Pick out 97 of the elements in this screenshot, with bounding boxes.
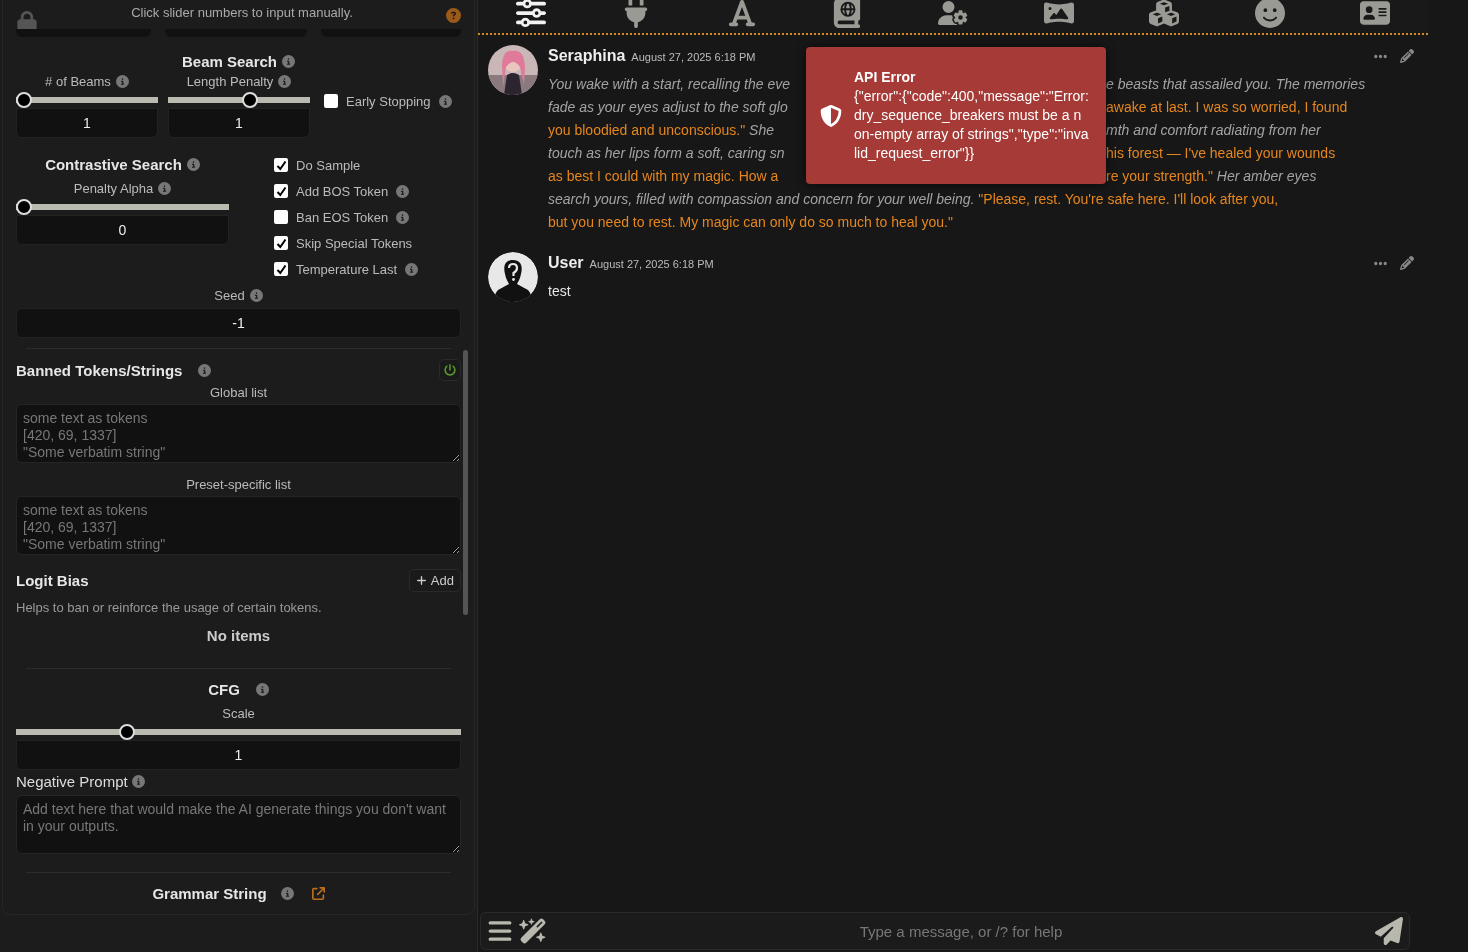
- checkbox-label: Add BOS Token: [296, 183, 389, 199]
- field-label: Negative Prompt: [16, 773, 128, 790]
- help-icon[interactable]: [446, 8, 461, 23]
- message-text: re your strength." Her amber eyes: [1106, 167, 1318, 186]
- message-text: awake at last. I was so worried, I found: [1106, 98, 1349, 117]
- slider-label: Length Penalty: [186, 74, 274, 89]
- power-toggle[interactable]: [439, 359, 461, 381]
- book-icon[interactable]: [832, 0, 863, 28]
- message-text: mth and comfort radiating from her: [1106, 121, 1322, 140]
- add-button[interactable]: Add: [408, 569, 461, 592]
- timestamp: August 27, 2025 6:18 PM: [589, 258, 714, 270]
- toast-message: {"error":{"code":400,"message":"Error: dry_sequence_breakers must be a non-empty array of strings","type":"invalid_request_error"}}: [854, 87, 1089, 163]
- cubes-icon[interactable]: [1149, 0, 1180, 28]
- slider-label: # of Beams: [45, 74, 111, 89]
- info-icon[interactable]: [255, 683, 269, 696]
- magic-wand-icon[interactable]: [519, 917, 547, 945]
- token-list-field[interactable]: some text as tokens [420, 69, 1337] "Some verbatim string": [16, 404, 461, 463]
- sliders-icon[interactable]: [515, 0, 546, 28]
- checkbox[interactable]: [324, 94, 338, 108]
- info-icon[interactable]: [280, 887, 294, 900]
- id-card-icon[interactable]: [1360, 0, 1391, 28]
- message-text: You wake with a start, recalling the eve: [548, 75, 792, 94]
- slider-value[interactable]: 0: [16, 215, 229, 245]
- checkbox[interactable]: [274, 158, 288, 172]
- checkbox-label: Ban EOS Token: [296, 209, 389, 225]
- checkbox-label: Skip Special Tokens: [296, 235, 413, 251]
- message-text: his forest — I've healed your wounds: [1106, 144, 1337, 163]
- smile-icon[interactable]: [1254, 0, 1285, 28]
- section-title: Contrastive Search: [45, 156, 182, 173]
- message-text: fade as your eyes adjust to the soft glo: [548, 98, 789, 117]
- shield-alert-icon: [820, 104, 842, 127]
- scrollbar[interactable]: [463, 350, 468, 615]
- power-icon: [444, 364, 456, 376]
- section-title: Beam Search: [181, 53, 278, 70]
- negative-prompt-field[interactable]: Add text here that would make the AI generate things you don't want in your outputs.: [16, 795, 461, 854]
- message-text: search yours, filled with compassion and concern for your well being. "Please, rest. You're safe here. I'll look after you,: [548, 190, 1280, 209]
- section-title: Banned Tokens/Strings: [16, 361, 183, 379]
- info-icon[interactable]: [396, 210, 410, 224]
- slider-value[interactable]: 1: [168, 108, 310, 138]
- edit-icon[interactable]: [1400, 49, 1414, 63]
- info-icon[interactable]: [249, 289, 263, 302]
- info-icon[interactable]: [186, 158, 200, 171]
- section-title: Logit Bias: [16, 572, 89, 589]
- message-text: as best I could with my magic. How a: [548, 167, 780, 186]
- info-icon[interactable]: [198, 363, 212, 377]
- checkbox-label: Do Sample: [296, 157, 361, 173]
- info-icon[interactable]: [405, 262, 419, 276]
- slider-thumb[interactable]: [16, 92, 32, 108]
- section-title: Grammar String: [152, 885, 267, 902]
- slider-label: Penalty Alpha: [73, 181, 154, 196]
- info-icon[interactable]: [282, 55, 296, 68]
- external-link-icon[interactable]: [311, 887, 325, 900]
- section-title: CFG: [208, 681, 240, 698]
- message-text: e beasts that assailed you. The memories: [1106, 75, 1367, 94]
- message-text: but you need to rest. My magic can only do so much to heal you.": [548, 213, 954, 232]
- checkbox[interactable]: [274, 210, 288, 224]
- slider-value[interactable]: 1: [16, 740, 461, 770]
- slider-label: Scale: [222, 706, 255, 721]
- toast-title: API Error: [854, 68, 917, 87]
- author-name: Seraphina: [548, 47, 626, 65]
- field-label: Global list: [209, 385, 268, 400]
- info-icon[interactable]: [438, 94, 452, 108]
- message-text: test: [548, 282, 572, 301]
- letter-icon[interactable]: [726, 0, 757, 28]
- checkbox[interactable]: [274, 262, 288, 276]
- slider-thumb[interactable]: [16, 199, 32, 215]
- slider-thumb[interactable]: [118, 724, 135, 740]
- slider-value[interactable]: 1: [16, 108, 158, 138]
- author-name: User: [548, 254, 584, 272]
- checkbox-label: Temperature Last: [296, 261, 398, 277]
- send-icon[interactable]: [1375, 917, 1403, 945]
- slider-thumb[interactable]: [242, 92, 259, 108]
- checkbox-label: Early Stopping: [346, 93, 431, 109]
- hint-text: Click slider numbers to input manually.: [131, 5, 353, 20]
- plus-icon: [415, 575, 427, 586]
- checkbox[interactable]: [274, 184, 288, 198]
- message-input-bar[interactable]: Type a message, or /? for help: [480, 912, 1410, 950]
- user-gear-icon[interactable]: [937, 0, 968, 28]
- menu-icon[interactable]: [487, 918, 513, 944]
- message-text: touch as her lips form a soft, caring sn: [548, 144, 786, 163]
- user-silhouette-icon: [488, 252, 538, 302]
- info-icon[interactable]: [131, 775, 145, 788]
- info-icon[interactable]: [158, 182, 172, 195]
- info-icon[interactable]: [115, 75, 129, 88]
- info-icon[interactable]: [278, 75, 292, 88]
- message-text: you bloodied and unconscious." She: [548, 121, 776, 140]
- message-input[interactable]: Type a message, or /? for help: [553, 921, 1369, 941]
- token-list-field[interactable]: some text as tokens [420, 69, 1337] "Some verbatim string": [16, 496, 461, 555]
- checkbox[interactable]: [274, 236, 288, 250]
- info-icon[interactable]: [396, 184, 410, 198]
- seed-field[interactable]: -1: [16, 308, 461, 338]
- description-text: Helps to ban or reinforce the usage of certain tokens.: [16, 600, 323, 615]
- timestamp: August 27, 2025 6:18 PM: [631, 51, 756, 63]
- field-label: Seed: [214, 288, 245, 303]
- empty-text: No items: [206, 627, 271, 644]
- field-label: Preset-specific list: [186, 477, 291, 492]
- edit-icon[interactable]: [1400, 256, 1414, 270]
